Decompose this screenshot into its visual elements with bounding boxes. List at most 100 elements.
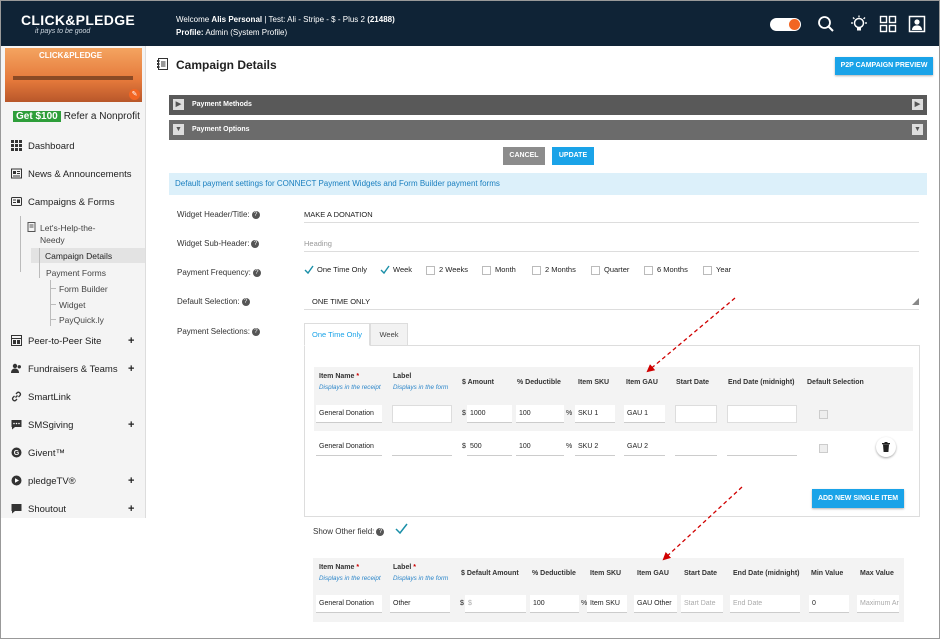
end-date-input[interactable] bbox=[727, 405, 797, 423]
sidebar-item-form-builder[interactable]: Form Builder bbox=[59, 284, 108, 294]
brand-logo[interactable]: CLICK&PLEDGE bbox=[21, 12, 135, 28]
campaign-name-line1[interactable]: Let's-Help-the- bbox=[40, 223, 95, 233]
apps-grid-icon[interactable] bbox=[879, 15, 897, 33]
expand-plus-icon[interactable]: + bbox=[128, 475, 134, 487]
campaign-details-icon bbox=[157, 58, 168, 70]
tab-week[interactable]: Week bbox=[370, 323, 408, 346]
start-date-input[interactable] bbox=[675, 438, 717, 456]
sidebar-item-payment-forms[interactable]: Payment Forms bbox=[46, 268, 106, 278]
item-sku-input[interactable]: SKU 1 bbox=[575, 405, 615, 423]
help-icon[interactable]: ? bbox=[241, 297, 250, 306]
expand-plus-icon[interactable]: + bbox=[128, 503, 134, 515]
help-icon[interactable]: ? bbox=[251, 239, 260, 248]
sidebar-item-campaigns[interactable]: Campaigns & Forms bbox=[1, 192, 146, 212]
max-value-input[interactable]: Maximum Ar bbox=[857, 595, 899, 613]
label-input[interactable] bbox=[392, 438, 452, 456]
deductible-input[interactable]: 100 bbox=[530, 595, 579, 613]
item-sku-input[interactable]: SKU 2 bbox=[575, 438, 615, 456]
checkmark-icon[interactable] bbox=[395, 523, 408, 535]
default-selection-checkbox[interactable] bbox=[819, 444, 828, 453]
item-name-input[interactable]: General Donation bbox=[316, 595, 382, 613]
checkbox[interactable] bbox=[532, 265, 541, 275]
theme-toggle[interactable] bbox=[770, 18, 801, 31]
accordion-payment-methods[interactable]: ▶ Payment Methods ▶ bbox=[169, 95, 927, 115]
item-gau-input[interactable]: GAU Other bbox=[634, 595, 677, 613]
frequency-option-one-time[interactable]: One Time Only bbox=[304, 265, 367, 275]
default-selection-select[interactable]: ONE TIME ONLY bbox=[312, 297, 370, 306]
pencil-edit-icon[interactable]: ✎ bbox=[129, 89, 140, 100]
chevron-down-icon[interactable]: ▼ bbox=[912, 124, 923, 135]
label-input[interactable] bbox=[392, 405, 452, 423]
widget-header-input[interactable]: MAKE A DONATION bbox=[304, 210, 373, 219]
frequency-option-2-weeks[interactable]: 2 Weeks bbox=[426, 265, 468, 275]
frequency-option-6-months[interactable]: 6 Months bbox=[644, 265, 688, 275]
sidebar-item-news[interactable]: News & Announcements bbox=[1, 164, 146, 184]
sidebar-item-p2p[interactable]: Peer-to-Peer Site + bbox=[1, 331, 146, 351]
sidebar-item-widget[interactable]: Widget bbox=[59, 300, 85, 310]
frequency-option-quarter[interactable]: Quarter bbox=[591, 265, 629, 275]
lightbulb-icon[interactable] bbox=[850, 15, 868, 33]
expand-plus-icon[interactable]: + bbox=[128, 419, 134, 431]
item-name-input[interactable]: General Donation bbox=[316, 405, 382, 423]
item-name-input[interactable]: General Donation bbox=[316, 438, 382, 456]
default-amount-input[interactable]: $ bbox=[465, 595, 526, 613]
start-date-input[interactable]: Start Date bbox=[681, 595, 723, 613]
sidebar-item-pledgetv[interactable]: pledgeTV® + bbox=[1, 471, 146, 491]
item-gau-input[interactable]: GAU 2 bbox=[624, 438, 665, 456]
help-icon[interactable]: ? bbox=[251, 210, 260, 219]
item-sku-input[interactable]: Item SKU bbox=[587, 595, 627, 613]
cancel-button[interactable]: CANCEL bbox=[503, 147, 545, 165]
help-icon[interactable]: ? bbox=[376, 527, 385, 536]
expand-plus-icon[interactable]: + bbox=[128, 335, 134, 347]
deductible-input[interactable]: 100 bbox=[516, 405, 564, 423]
user-profile-icon[interactable] bbox=[908, 15, 926, 33]
sidebar-item-smartlink[interactable]: SmartLink bbox=[1, 387, 146, 407]
checkmark-icon[interactable] bbox=[304, 265, 314, 275]
amount-input[interactable]: 1000 bbox=[467, 405, 512, 423]
refer-nonprofit-link[interactable]: Get $100 Refer a Nonprofit bbox=[13, 111, 140, 122]
sidebar-item-shoutout[interactable]: Shoutout + bbox=[1, 499, 146, 519]
help-icon[interactable]: ? bbox=[251, 327, 260, 336]
frequency-option-month[interactable]: Month bbox=[482, 265, 516, 275]
sidebar-item-dashboard[interactable]: Dashboard bbox=[1, 136, 146, 156]
accordion-payment-options[interactable]: ▼ Payment Options ▼ bbox=[169, 120, 927, 140]
update-button[interactable]: UPDATE bbox=[552, 147, 594, 165]
campaign-name-line2[interactable]: Needy bbox=[40, 235, 65, 245]
dropdown-arrow-icon[interactable] bbox=[912, 298, 919, 305]
checkbox[interactable] bbox=[591, 265, 600, 275]
frequency-option-year[interactable]: Year bbox=[703, 265, 731, 275]
sidebar-item-smsgiving[interactable]: SMSgiving + bbox=[1, 415, 146, 435]
checkbox[interactable] bbox=[703, 265, 712, 275]
sidebar-item-campaign-details[interactable]: Campaign Details bbox=[31, 248, 145, 263]
expand-arrow-icon[interactable]: ▶ bbox=[173, 99, 184, 110]
item-gau-input[interactable]: GAU 1 bbox=[624, 405, 665, 423]
min-value-input[interactable]: 0 bbox=[809, 595, 849, 613]
collapse-arrow-icon[interactable]: ▼ bbox=[173, 124, 184, 135]
end-date-input[interactable] bbox=[727, 438, 797, 456]
delete-row-button[interactable] bbox=[876, 437, 896, 457]
add-new-single-item-button[interactable]: ADD NEW SINGLE ITEM bbox=[812, 489, 904, 508]
start-date-input[interactable] bbox=[675, 405, 717, 423]
default-selection-checkbox[interactable] bbox=[819, 410, 828, 419]
sidebar-item-givent[interactable]: G Givent™ bbox=[1, 443, 146, 463]
search-icon[interactable] bbox=[817, 15, 835, 33]
tab-one-time-only[interactable]: One Time Only bbox=[304, 323, 370, 346]
amount-input[interactable]: 500 bbox=[467, 438, 512, 456]
sidebar-item-fundraisers[interactable]: Fundraisers & Teams + bbox=[1, 359, 146, 379]
end-date-input[interactable]: End Date bbox=[730, 595, 800, 613]
widget-subheader-input[interactable]: Heading bbox=[304, 239, 332, 248]
sidebar-banner[interactable]: CLICK&PLEDGE ✎ bbox=[5, 48, 142, 102]
sidebar-item-payquickly[interactable]: PayQuick.ly bbox=[59, 315, 104, 325]
deductible-input[interactable]: 100 bbox=[516, 438, 564, 456]
frequency-option-2-months[interactable]: 2 Months bbox=[532, 265, 576, 275]
p2p-campaign-preview-button[interactable]: P2P CAMPAIGN PREVIEW bbox=[835, 57, 933, 75]
label-input[interactable]: Other bbox=[390, 595, 450, 613]
help-icon[interactable]: ? bbox=[252, 268, 261, 277]
checkbox[interactable] bbox=[644, 265, 653, 275]
checkbox[interactable] bbox=[426, 265, 435, 275]
chevron-right-icon[interactable]: ▶ bbox=[912, 99, 923, 110]
frequency-option-week[interactable]: Week bbox=[380, 265, 412, 275]
expand-plus-icon[interactable]: + bbox=[128, 363, 134, 375]
checkbox[interactable] bbox=[482, 265, 491, 275]
checkmark-icon[interactable] bbox=[380, 265, 390, 275]
